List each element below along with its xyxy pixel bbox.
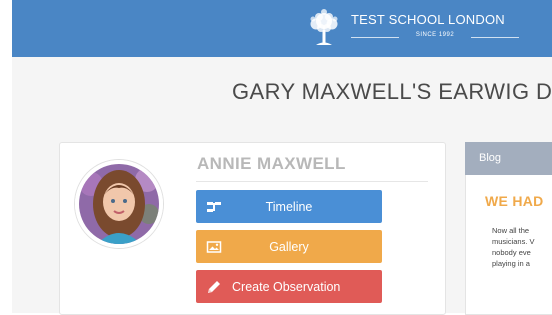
name-divider [196, 181, 428, 182]
school-logo[interactable]: TEST SCHOOL LONDON SINCE 1992 [303, 8, 533, 48]
avatar [75, 160, 163, 248]
blog-excerpt-line: Now all the [492, 226, 530, 235]
create-observation-button[interactable]: Create Observation [196, 270, 382, 303]
blog-excerpt-line: musicians. V [492, 237, 535, 246]
page-title: GARY MAXWELL'S EARWIG D. [232, 79, 552, 104]
avatar-photo [79, 164, 159, 244]
blog-excerpt: Now all the musicians. V nobody eve play… [492, 225, 535, 269]
create-observation-label: Create Observation [232, 279, 341, 294]
timeline-button-label: Timeline [265, 199, 313, 214]
gallery-button[interactable]: Gallery [196, 230, 382, 263]
child-name: ANNIE MAXWELL [197, 154, 346, 173]
blog-excerpt-line: playing in a [492, 259, 530, 268]
school-name: TEST SCHOOL LONDON [351, 12, 505, 27]
timeline-button[interactable]: Timeline [196, 190, 382, 223]
blog-post-title[interactable]: WE HAD [485, 193, 544, 209]
blog-tab[interactable]: Blog [479, 152, 501, 164]
gallery-button-label: Gallery [269, 239, 309, 254]
since-tagline: SINCE 1992 [351, 32, 519, 42]
tree-icon [310, 9, 338, 45]
blog-excerpt-line: nobody eve [492, 248, 531, 257]
